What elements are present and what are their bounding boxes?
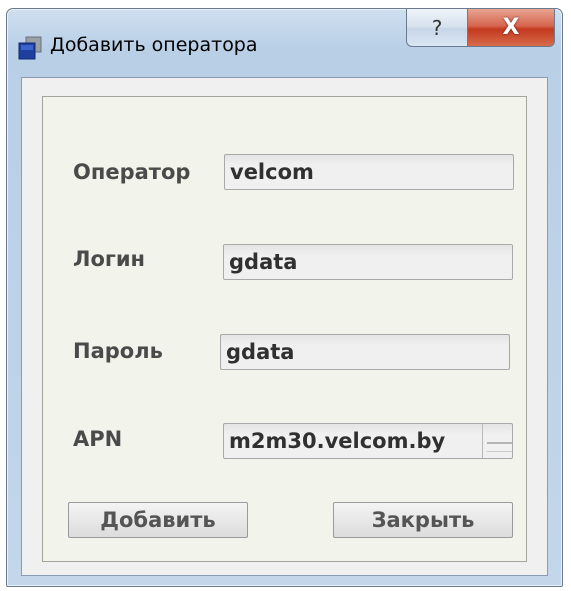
apn-label: APN <box>73 427 123 451</box>
window-title: Добавить оператора <box>50 34 258 56</box>
operator-label: Оператор <box>73 160 191 184</box>
dialog-window: Добавить оператора ? X Оператор velcom Л… <box>6 8 563 587</box>
login-field[interactable]: gdata <box>223 244 513 280</box>
dialog-client-area: Оператор velcom Логин gdata Пароль gdata… <box>21 77 548 576</box>
login-label: Логин <box>73 247 146 271</box>
apn-combobox[interactable]: m2m30.velcom.by <box>223 423 513 459</box>
close-window-button[interactable]: X <box>468 9 555 47</box>
password-label: Пароль <box>73 339 163 363</box>
dropdown-icon[interactable] <box>482 424 512 458</box>
close-button[interactable]: Закрыть <box>333 502 513 538</box>
title-bar[interactable]: Добавить оператора ? X <box>7 9 562 77</box>
operator-form-group: Оператор velcom Логин gdata Пароль gdata… <box>42 96 527 562</box>
app-window-icon <box>18 36 42 60</box>
password-field[interactable]: gdata <box>220 334 510 370</box>
help-icon: ? <box>431 15 443 40</box>
close-icon: X <box>502 15 520 40</box>
caption-buttons: ? X <box>406 9 555 49</box>
help-button[interactable]: ? <box>406 9 468 47</box>
apn-value: m2m30.velcom.by <box>229 429 446 453</box>
operator-field[interactable]: velcom <box>224 154 514 190</box>
add-button[interactable]: Добавить <box>68 502 248 538</box>
